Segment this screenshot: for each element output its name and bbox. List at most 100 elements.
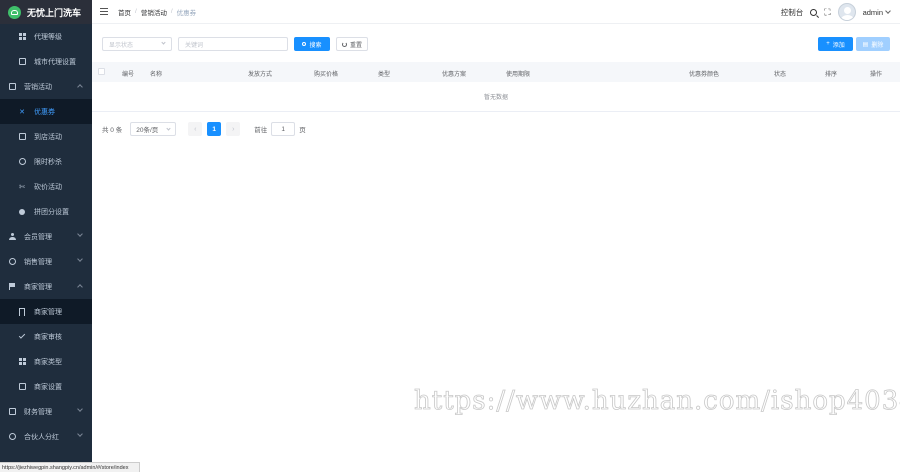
breadcrumb: 首页 / 营销活动 / 优惠券 — [118, 7, 196, 17]
image-icon — [18, 383, 26, 391]
add-button-label: 添加 — [832, 42, 845, 49]
shop-icon — [18, 133, 26, 141]
sidebar-item-members[interactable]: 会员管理 — [0, 224, 92, 249]
page-number-current[interactable]: 1 — [207, 122, 222, 136]
calendar-icon — [8, 83, 16, 91]
avatar[interactable] — [837, 3, 856, 21]
prev-page-button[interactable]: ‹ — [188, 122, 203, 136]
search-icon — [302, 42, 307, 46]
sidebar-item-label: 商家设置 — [34, 383, 62, 391]
sidebar-item-label: 城市代理设置 — [34, 58, 76, 66]
bookmark-icon — [18, 307, 26, 316]
search-icon[interactable] — [810, 8, 818, 16]
sidebar-item-merchants[interactable]: 商家管理 — [0, 274, 92, 299]
keyword-input-placeholder: 关键词 — [185, 42, 204, 49]
add-button[interactable]: + 添加 — [818, 37, 853, 51]
sidebar-item-city-agent-settings[interactable]: 城市代理设置 — [0, 49, 92, 74]
sidebar-item-store-activity[interactable]: 到店活动 — [0, 124, 92, 149]
sidebar-item-sales[interactable]: 销售管理 — [0, 249, 92, 274]
grid-icon — [18, 33, 26, 41]
sidebar-item-label: 拼团分设置 — [34, 208, 69, 216]
column-header: 状态 — [774, 72, 787, 78]
column-header: 使用期限 — [506, 72, 531, 78]
sidebar-item-merchant-types[interactable]: 商家类型 — [0, 349, 92, 374]
sidebar-item-flash-sale[interactable]: 限时秒杀 — [0, 149, 92, 174]
sidebar-menu: 代理等级 城市代理设置 营销活动 ✕ 优惠券 到店活动 限时秒杀 ✄ 砍价活动 — [0, 24, 92, 449]
sidebar-item-label: 会员管理 — [24, 233, 52, 241]
chevron-up-icon — [77, 284, 83, 290]
coin-icon — [8, 433, 16, 441]
chevron-down-icon — [77, 406, 83, 412]
sidebar-item-label: 优惠券 — [34, 108, 55, 116]
column-header: 排序 — [825, 72, 838, 78]
chevron-up-icon — [77, 84, 83, 90]
empty-state: 暂无数据 — [92, 82, 900, 112]
sidebar-item-group-buy-settings[interactable]: 拼团分设置 — [0, 199, 92, 224]
ticket-icon: ✕ — [19, 108, 25, 116]
sidebar-item-label: 商家类型 — [34, 358, 62, 366]
sidebar-item-merchant-settings[interactable]: 商家设置 — [0, 374, 92, 399]
watermark: https://www.huzhan.com/ishop40340 — [414, 386, 900, 417]
menu-toggle-icon[interactable] — [100, 8, 108, 15]
sidebar: 无忧上门洗车 代理等级 城市代理设置 营销活动 ✕ 优惠券 到店活动 限时秒杀 — [0, 0, 92, 472]
sidebar-item-agent-level[interactable]: 代理等级 — [0, 24, 92, 49]
breadcrumb-separator: / — [135, 8, 137, 15]
keyword-input[interactable]: 关键词 — [178, 37, 288, 51]
status-select-placeholder: 显示状态 — [109, 42, 134, 49]
username[interactable]: admin — [863, 8, 883, 17]
column-header: 类型 — [378, 72, 391, 78]
breadcrumb-marketing[interactable]: 营销活动 — [141, 7, 167, 17]
breadcrumb-current: 优惠券 — [176, 9, 197, 17]
sidebar-item-bargain[interactable]: ✄ 砍价活动 — [0, 174, 92, 199]
delete-button-label: 删除 — [871, 42, 884, 49]
page-suffix: 页 — [299, 127, 306, 134]
sidebar-item-merchant-management[interactable]: 商家管理 — [0, 299, 92, 324]
sidebar-item-label: 合伙人分红 — [24, 433, 59, 441]
sidebar-item-label: 营销活动 — [24, 83, 52, 91]
chevron-down-icon[interactable] — [885, 7, 891, 14]
sidebar-item-label: 财务管理 — [24, 408, 52, 416]
browser-status-url: https://jiezhiwegpin.shangpiy.cn/admin/#… — [0, 462, 140, 472]
next-page-button[interactable]: › — [226, 122, 241, 136]
logo[interactable]: 无忧上门洗车 — [0, 0, 92, 24]
sidebar-item-label: 代理等级 — [34, 33, 62, 41]
status-select[interactable]: 显示状态 — [102, 37, 172, 51]
chevron-down-icon — [77, 231, 83, 237]
fullscreen-icon[interactable]: ⛶ — [824, 7, 830, 17]
chevron-down-icon — [161, 40, 166, 45]
delete-button[interactable]: ▤ 删除 — [856, 37, 890, 51]
sidebar-item-finance[interactable]: 财务管理 — [0, 399, 92, 424]
logo-text: 无忧上门洗车 — [27, 7, 82, 18]
reset-button[interactable]: 重置 — [336, 37, 368, 51]
column-header: 优惠方案 — [442, 72, 467, 78]
refresh-icon — [341, 41, 347, 47]
filter-toolbar: 显示状态 关键词 搜索 重置 — [102, 37, 368, 51]
select-all-checkbox[interactable] — [98, 68, 105, 75]
page-size-value: 20条/页 — [136, 127, 159, 134]
column-header: 编号 — [122, 72, 135, 78]
sidebar-item-label: 限时秒杀 — [34, 158, 62, 166]
check-icon — [18, 332, 26, 341]
console-link[interactable]: 控制台 — [781, 7, 804, 18]
column-header: 名称 — [150, 72, 163, 78]
breadcrumb-home[interactable]: 首页 — [118, 7, 131, 17]
chevron-down-icon — [166, 126, 171, 131]
sidebar-item-label: 砍价活动 — [34, 183, 62, 191]
plus-icon: + — [826, 41, 830, 47]
top-header: 首页 / 营销活动 / 优惠券 控制台 ⛶ admin — [92, 0, 900, 24]
sidebar-item-label: 到店活动 — [34, 133, 62, 141]
search-button-label: 搜索 — [309, 42, 322, 49]
goto-page-input[interactable]: 1 — [271, 122, 296, 136]
sidebar-item-partner-dividends[interactable]: 合伙人分红 — [0, 424, 92, 449]
sidebar-item-merchant-review[interactable]: 商家审核 — [0, 324, 92, 349]
sidebar-item-coupons[interactable]: ✕ 优惠券 — [0, 99, 92, 124]
sidebar-item-marketing[interactable]: 营销活动 — [0, 74, 92, 99]
search-button[interactable]: 搜索 — [294, 37, 330, 51]
user-icon — [8, 233, 16, 241]
trash-icon: ▤ — [862, 41, 869, 48]
reset-button-label: 重置 — [349, 42, 362, 49]
chevron-down-icon — [77, 256, 83, 262]
column-header: 优惠券颜色 — [689, 72, 720, 78]
page-size-select[interactable]: 20条/页 — [130, 122, 177, 136]
flag-icon — [8, 283, 16, 291]
